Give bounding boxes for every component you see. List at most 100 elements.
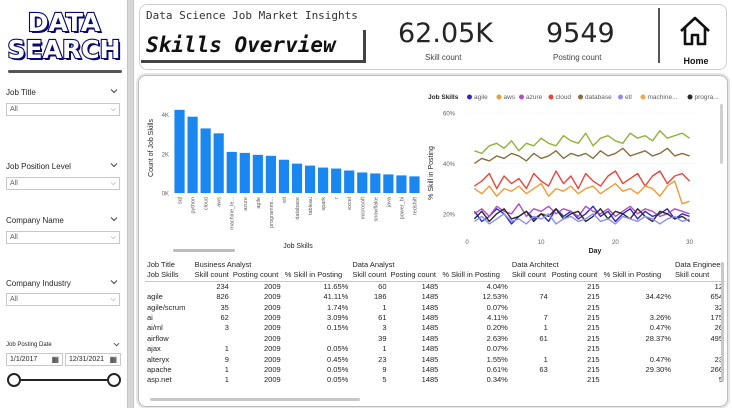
legend-item[interactable]: cloud — [556, 94, 572, 101]
table-row[interactable]: ajax 1 2009 0.05% 1 1485 0.07% 215 — [145, 344, 725, 354]
slicer-dropdown-job-position-level[interactable]: All ⌵ — [6, 177, 120, 190]
line-series-cloud[interactable] — [474, 170, 691, 190]
home-button[interactable]: Home — [672, 10, 720, 68]
bar-microsoft[interactable] — [357, 172, 368, 193]
line-series-brown[interactable] — [474, 147, 690, 164]
bar-azure[interactable] — [239, 152, 250, 193]
column-header[interactable]: Posting count — [389, 270, 441, 281]
bar-redshift[interactable] — [409, 176, 420, 193]
column-header[interactable]: Posting count — [231, 270, 283, 281]
table-vertical-scrollbar[interactable] — [721, 262, 724, 382]
bar-agile[interactable] — [252, 154, 263, 193]
end-date-input[interactable]: 12/31/2021 ▦ — [65, 353, 121, 366]
table-row[interactable]: ai 62 2009 3.09% 61 1485 4.11% 7 215 3.26% 175 — [145, 313, 725, 323]
chevron-down-icon[interactable] — [110, 278, 118, 286]
column-header[interactable]: Skill count — [350, 270, 388, 281]
x-tick-label: java — [386, 196, 392, 208]
table-cell: 0.15% — [327, 323, 349, 333]
chevron-down-icon[interactable] — [113, 341, 120, 348]
table-row[interactable]: agile/scrum 35 2009 1.74% 1 1485 0.07% 215 32 — [145, 303, 725, 313]
x-tick-label: 10 — [538, 240, 545, 246]
slicer-value: All — [10, 180, 18, 187]
column-header[interactable]: Skill count — [510, 270, 550, 281]
calendar-icon[interactable]: ▦ — [51, 355, 59, 364]
date-range-start-handle[interactable] — [7, 373, 21, 387]
legend-item[interactable]: aws — [504, 94, 516, 101]
column-header[interactable]: Posting count — [550, 270, 602, 281]
table-row[interactable]: airflow 2009 39 1485 2.63% 61 215 28.37% 495 — [145, 334, 725, 344]
bar-java[interactable] — [383, 174, 394, 193]
bar-spark[interactable] — [318, 167, 329, 193]
page-title: Skills Overview — [146, 33, 336, 57]
legend-item[interactable]: etl — [625, 94, 632, 101]
bar-database[interactable] — [291, 163, 303, 193]
bar-power_bi[interactable] — [396, 175, 407, 193]
bar-programmi...[interactable] — [265, 155, 276, 193]
bar-chart-scrollbar[interactable] — [173, 249, 235, 252]
bar-excel[interactable] — [344, 170, 355, 194]
table-row[interactable]: alteryx 9 2009 0.45% 23 1485 1.55% 1 215 0.47% 23 — [145, 355, 725, 365]
group-data-analyst[interactable]: Data Analyst — [350, 260, 510, 270]
line-series-aws[interactable] — [474, 180, 690, 205]
bar-python[interactable] — [187, 116, 198, 193]
slicer-label-company-industry: Company Industry — [6, 279, 71, 288]
legend-item[interactable]: progra... — [695, 94, 719, 101]
slicer-dropdown-company-industry[interactable]: All ⌵ — [6, 293, 120, 306]
table-cell — [510, 344, 550, 354]
slicer-dropdown-company-name[interactable]: All ⌵ — [6, 231, 120, 244]
table-cell: 0.61% — [486, 365, 508, 375]
legend-item[interactable]: agile — [474, 94, 488, 101]
bar-sql[interactable] — [174, 109, 185, 193]
table-cell: 23 — [714, 354, 723, 364]
bar-r[interactable] — [331, 168, 342, 193]
bar-cloud[interactable] — [200, 128, 211, 193]
bar-snowflake[interactable] — [370, 173, 381, 193]
slicer-dropdown-job-title[interactable]: All ⌵ — [6, 103, 120, 116]
legend-marker-azure — [519, 94, 524, 100]
table-row[interactable]: asp.net 1 2009 0.05% 5 1485 0.34% 215 5 — [145, 375, 725, 385]
row-header-job-skills: Job Skills — [147, 270, 179, 280]
group-data-engineer[interactable]: Data Engineer — [673, 260, 725, 270]
column-header[interactable]: Skill count — [673, 270, 725, 281]
table-cell: 63 — [539, 365, 548, 375]
bar-etl[interactable] — [278, 159, 290, 193]
line-series-green[interactable] — [474, 130, 690, 155]
y-tick-label: 2K — [162, 152, 169, 158]
bar-machine_le...[interactable] — [226, 151, 237, 193]
column-header[interactable]: Skill count — [193, 270, 231, 281]
legend-item[interactable]: azure — [526, 94, 543, 101]
table-row[interactable]: 234 2009 11.65% 60 1485 4.04% 215 12 — [145, 281, 725, 292]
column-header[interactable]: % Skill in Posting — [440, 270, 510, 281]
legend-item[interactable]: machine... — [648, 94, 678, 101]
start-date-input[interactable]: 1/1/2017 ▦ — [6, 353, 63, 366]
calendar-icon[interactable]: ▦ — [109, 355, 117, 364]
skills-matrix-table[interactable]: Job Title Business Analyst Data Analyst … — [145, 260, 725, 400]
logo-line-2: SEARCH — [6, 34, 121, 65]
legend-scrollbar[interactable] — [720, 104, 723, 164]
chevron-down-icon[interactable] — [110, 215, 118, 223]
chevron-down-icon[interactable] — [110, 87, 118, 95]
table-horizontal-scrollbar[interactable] — [150, 398, 360, 401]
group-business-analyst[interactable]: Business Analyst — [193, 260, 351, 270]
table-row[interactable]: agile 826 2009 41.11% 186 1485 12.53% 74 215 34.4… — [145, 292, 725, 302]
legend-item[interactable]: database — [585, 94, 612, 101]
table-cell: 215 — [587, 354, 600, 364]
column-header[interactable]: % Skill in Posting — [602, 270, 673, 281]
row-skill-name: ai — [147, 313, 153, 323]
x-tick-label: snowflake — [373, 197, 379, 221]
table-cell: 1 — [382, 344, 387, 354]
bar-tableau[interactable] — [304, 165, 316, 193]
x-tick-label: spark — [321, 197, 327, 211]
table-row[interactable]: apache 1 2009 0.05% 9 1485 0.61% 63 215 29.30% 266 — [145, 365, 725, 375]
bar-aws[interactable] — [213, 133, 224, 193]
date-range-end-handle[interactable] — [107, 373, 121, 387]
chevron-down-icon[interactable] — [110, 161, 118, 169]
table-cell: 1485 — [421, 292, 439, 302]
column-header[interactable]: % Skill in Posting — [283, 270, 351, 281]
data-search-logo[interactable]: DATA SEARCH — [6, 6, 122, 65]
table-row[interactable]: ai/ml 3 2009 0.15% 3 1485 0.20% 1 215 0.47% 26 — [145, 323, 725, 333]
table-cell: 4.04% — [486, 281, 508, 291]
table-cell: 0.05% — [327, 344, 349, 354]
x-tick-label: programmi... — [269, 197, 275, 228]
group-data-architect[interactable]: Data Architect — [510, 260, 673, 270]
